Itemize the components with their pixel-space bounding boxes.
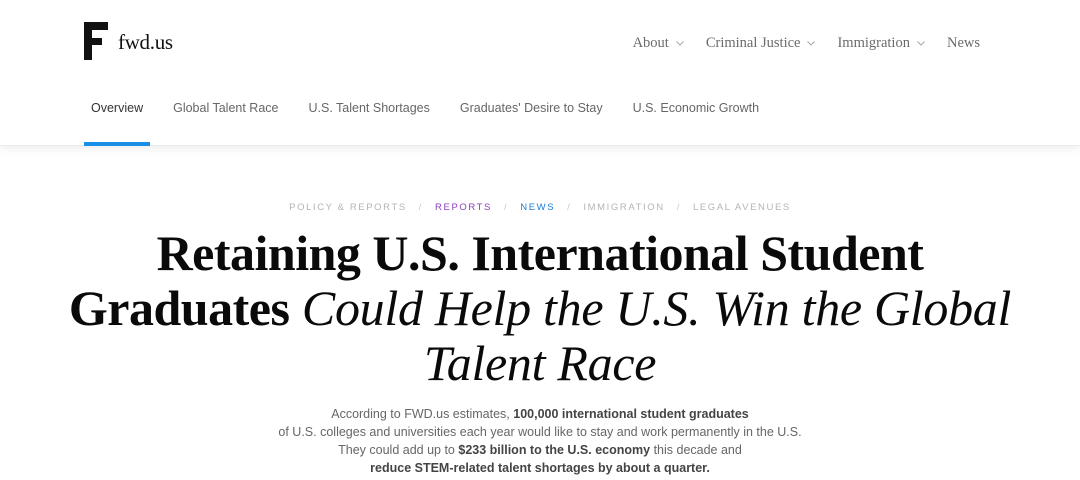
intro-highlight-economy: $233 billion to the U.S. economy <box>458 443 651 457</box>
intro-highlight-stem: reduce STEM-related talent shortages by … <box>370 461 710 475</box>
nav-criminal-justice[interactable]: Criminal Justice <box>706 35 816 52</box>
intro-line3-end: this decade and <box>650 443 742 457</box>
page-title-italic: Could Help the U.S. Win the Global Talen… <box>301 280 1012 391</box>
chevron-down-icon <box>807 41 816 46</box>
nav-immigration[interactable]: Immigration <box>837 35 925 52</box>
tab-us-talent-shortages[interactable]: U.S. Talent Shortages <box>301 91 436 146</box>
page-title: Retaining U.S. International Student Gra… <box>60 226 1020 391</box>
breadcrumb-separator: / <box>418 202 424 213</box>
brand-name: fwd.us <box>118 29 173 54</box>
section-tabs: Overview Global Talent Race U.S. Talent … <box>84 91 782 146</box>
site-header: fwd.us About Criminal Justice Immigratio… <box>0 0 1080 146</box>
breadcrumb-separator: / <box>504 202 509 213</box>
logo-link[interactable]: fwd.us <box>84 22 173 60</box>
breadcrumb: Policy & Reports / Reports / News / Immi… <box>0 202 1080 213</box>
nav-news-label: News <box>946 35 980 51</box>
nav-criminal-justice-label: Criminal Justice <box>705 35 801 51</box>
intro-line1: According to FWD.us estimates, <box>331 407 514 421</box>
tab-us-economic-growth[interactable]: U.S. Economic Growth <box>626 91 766 146</box>
breadcrumb-reports[interactable]: Reports <box>435 202 492 213</box>
nav-immigration-label: Immigration <box>837 35 910 51</box>
breadcrumb-policy-reports[interactable]: Policy & Reports <box>289 202 407 213</box>
tab-overview[interactable]: Overview <box>84 91 151 146</box>
breadcrumb-legal-avenues[interactable]: Legal Avenues <box>693 202 791 213</box>
tab-global-talent-race[interactable]: Global Talent Race <box>166 91 285 146</box>
breadcrumb-immigration[interactable]: Immigration <box>583 202 664 213</box>
chevron-down-icon <box>675 41 684 46</box>
intro-highlight-graduates: 100,000 international student graduates <box>513 407 749 421</box>
chevron-down-icon <box>917 41 925 46</box>
nav-about-label: About <box>632 35 669 51</box>
top-navigation: About Criminal Justice Immigration News <box>611 35 980 52</box>
fwd-logo-icon <box>84 22 108 60</box>
intro-line3: They could add up to <box>338 443 459 457</box>
breadcrumb-separator: / <box>676 202 681 213</box>
tab-graduates-desire-to-stay[interactable]: Graduates' Desire to Stay <box>453 91 610 146</box>
intro-line2: of U.S. colleges and universities each y… <box>278 425 802 439</box>
nav-about[interactable]: About <box>633 35 684 52</box>
nav-news[interactable]: News <box>947 35 980 52</box>
intro-text: According to FWD.us estimates, 100,000 i… <box>190 405 890 477</box>
breadcrumb-separator: / <box>567 202 572 213</box>
breadcrumb-news[interactable]: News <box>520 202 555 213</box>
